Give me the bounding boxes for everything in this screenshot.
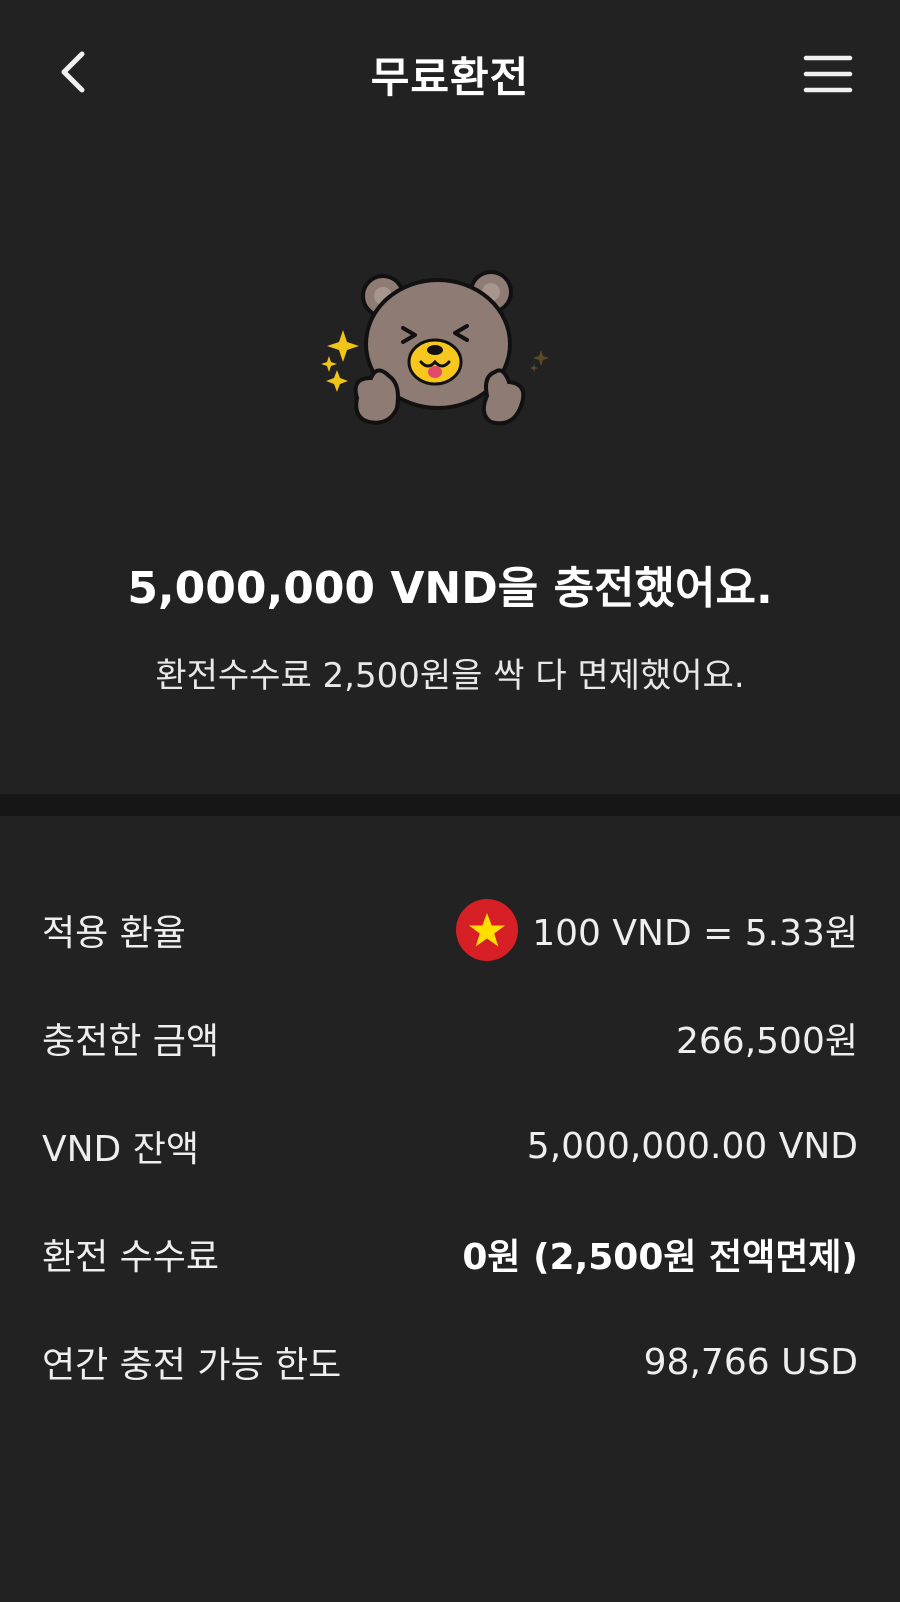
charged-amount-label: 충전한 금액	[42, 1021, 220, 1062]
top-app-bar: 무료환전	[0, 0, 900, 150]
vietnam-flag-icon	[456, 899, 519, 961]
vnd-balance-value: 5,000,000.00 VND	[526, 1125, 858, 1167]
exchange-rate-value: 100 VND = 5.33원	[532, 913, 858, 954]
charge-complete-headline: 5,000,000 VND을 충전했어요.	[127, 563, 773, 614]
detail-row-exchange-fee: 환전 수수료 0원 (2,500원 전액면제)	[42, 1224, 858, 1284]
annual-limit-value: 98,766 USD	[643, 1341, 858, 1383]
detail-row-vnd-balance: VND 잔액 5,000,000.00 VND	[42, 1116, 858, 1176]
page-title: 무료환전	[370, 53, 530, 102]
annual-limit-label: 연간 충전 가능 한도	[42, 1345, 342, 1386]
detail-row-exchange-rate: 적용 환율 100 VND = 5.33원	[42, 899, 858, 961]
exchange-rate-value-group: 100 VND = 5.33원	[456, 899, 858, 961]
sparkle-icon	[321, 330, 359, 392]
vnd-balance-label: VND 잔액	[42, 1129, 199, 1170]
fee-waived-message: 환전수수료 2,500원을 싹 다 면제했어요.	[155, 656, 745, 696]
detail-row-annual-limit: 연간 충전 가능 한도 98,766 USD	[42, 1332, 858, 1392]
hamburger-menu-icon	[803, 55, 853, 93]
charged-amount-value: 266,500원	[676, 1021, 858, 1062]
menu-button[interactable]	[800, 50, 856, 98]
exchange-fee-value: 0원 (2,500원 전액면제)	[462, 1237, 858, 1278]
exchange-fee-label: 환전 수수료	[42, 1237, 220, 1278]
bear-mascot-icon	[321, 270, 549, 426]
section-divider	[0, 794, 900, 816]
detail-row-charged-amount: 충전한 금액 266,500원	[42, 1008, 858, 1068]
exchange-rate-label: 적용 환율	[42, 913, 186, 954]
mascot-illustration	[315, 268, 565, 443]
